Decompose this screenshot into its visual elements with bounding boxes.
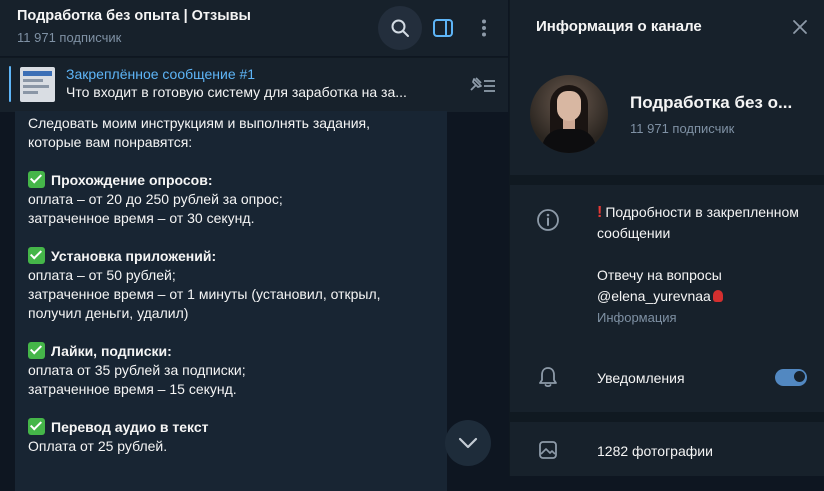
item-line: оплата от 35 рублей за подписки; (28, 362, 246, 378)
pinned-indicator (9, 66, 11, 102)
channel-subscribers: 11 971 подписчик (630, 121, 735, 136)
pinned-list-button[interactable] (464, 71, 500, 99)
chat-subscribers: 11 971 подписчик (17, 30, 122, 45)
chevron-down-icon (458, 437, 478, 449)
item-heading: Лайки, подписки: (51, 343, 172, 359)
item-line: затраченное время – от 30 секунд. (28, 210, 255, 226)
item-line: Оплата от 25 рублей. (28, 438, 168, 454)
channel-info-panel: Информация о канале Подработка без о... … (509, 0, 824, 476)
message-text: Следовать моим инструкциям и выполнять з… (28, 114, 438, 456)
pinned-text: Что входит в готовую систему для заработ… (66, 84, 407, 100)
pinned-message-bar[interactable]: Закреплённое сообщение #1 Что входит в г… (0, 57, 508, 112)
info-icon (536, 208, 560, 237)
more-options-button[interactable] (462, 6, 506, 50)
item-heading: Прохождение опросов: (51, 172, 213, 188)
check-mark-icon (28, 342, 45, 359)
scroll-to-bottom-button[interactable] (445, 420, 491, 466)
item-line: получил деньги, удалил) (28, 305, 189, 321)
info-panel-title: Информация о канале (536, 18, 702, 35)
item-line: оплата – от 20 до 250 рублей за опрос; (28, 191, 283, 207)
channel-name: Подработка без о... (630, 93, 793, 112)
photos-link[interactable]: 1282 фотографии (597, 443, 713, 459)
section-divider (510, 412, 824, 422)
pinned-title: Закреплённое сообщение #1 (66, 66, 256, 82)
more-vertical-icon (482, 19, 486, 37)
chat-title[interactable]: Подработка без опыта | Отзывы (17, 8, 251, 24)
toggle-info-panel-button[interactable] (421, 6, 465, 50)
close-info-button[interactable] (787, 14, 813, 40)
bell-icon (538, 366, 558, 393)
chat-header[interactable]: Подработка без опыта | Отзывы 11 971 под… (0, 0, 508, 56)
check-mark-icon (28, 247, 45, 264)
item-line: затраченное время – 15 секунд. (28, 381, 237, 397)
close-icon (793, 20, 807, 34)
pinned-list-icon (470, 77, 495, 92)
item-heading: Установка приложений: (51, 248, 217, 264)
pinned-thumbnail (20, 67, 55, 102)
chat-area: Подработка без опыта | Отзывы 11 971 под… (0, 0, 508, 491)
section-divider (510, 175, 824, 185)
sidebar-toggle-icon (433, 19, 453, 37)
toggle-knob (793, 370, 806, 383)
item-heading: Перевод аудио в текст (51, 419, 209, 435)
notifications-toggle[interactable] (775, 369, 807, 386)
description-line: Подробности в закрепленном сообщении (597, 204, 799, 241)
channel-description[interactable]: ! Подробности в закрепленном сообщении От… (597, 202, 807, 307)
message-intro-line: Следовать моим инструкциям и выполнять з… (28, 115, 370, 131)
description-label: Информация (597, 310, 677, 325)
channel-avatar[interactable] (530, 75, 608, 153)
exclamation-icon: ! (597, 204, 603, 221)
item-line: затраченное время – от 1 минуты (установ… (28, 286, 381, 302)
description-line: Отвечу на вопросы @elena_yurevnaa (597, 267, 722, 304)
search-button[interactable] (378, 6, 422, 50)
photo-icon (538, 440, 558, 465)
notifications-label: Уведомления (597, 370, 685, 386)
item-line: оплата – от 50 рублей; (28, 267, 176, 283)
check-mark-icon (28, 418, 45, 435)
search-icon (391, 19, 409, 37)
message-intro-line: которые вам понравятся: (28, 134, 193, 150)
rose-icon (712, 290, 723, 302)
check-mark-icon (28, 171, 45, 188)
